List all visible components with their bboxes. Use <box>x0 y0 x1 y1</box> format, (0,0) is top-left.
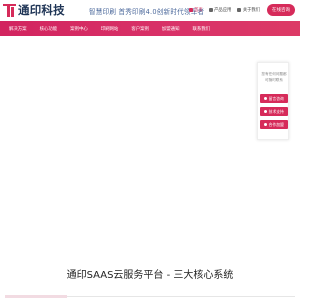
partnership-label: 合作加盟 <box>268 121 284 127</box>
top-links: 首页 产品应用 关于我们 <box>188 7 260 13</box>
nav-item-print-site[interactable]: 印刷网站 <box>101 26 119 32</box>
message-consult-label: 留言咨询 <box>268 95 284 101</box>
info-icon <box>237 8 242 12</box>
top-link-label: 产品应用 <box>214 8 232 13</box>
section-title: 通印SAAS云服务平台 - 三大核心系统 <box>66 270 234 281</box>
top-link-products[interactable]: 产品应用 <box>208 7 232 13</box>
brand-name: 通印科技 <box>18 3 65 17</box>
tool-icon <box>264 110 268 113</box>
tech-support-button[interactable]: 技术支持 <box>260 107 288 116</box>
tab-indicator <box>5 295 67 298</box>
partnership-button[interactable]: 合作加盟 <box>260 120 288 129</box>
contact-prompt-line2: 可随时联系 <box>265 78 283 82</box>
nav-item-join[interactable]: 加盟通知 <box>162 26 180 32</box>
top-link-label: 首页 <box>194 8 203 13</box>
tech-support-label: 技术支持 <box>268 108 284 114</box>
logo-mark-icon <box>3 3 16 17</box>
chat-icon <box>264 97 268 100</box>
nav-item-solutions[interactable]: 解决方案 <box>9 26 27 32</box>
site-header: 通印科技 智慧印刷 首秀印刷4.0创新时代领军者 首页 产品应用 关于我们 在线… <box>0 0 300 21</box>
nav-item-customer-cases[interactable]: 客户案例 <box>131 26 149 32</box>
top-link-about[interactable]: 关于我们 <box>237 7 260 13</box>
handshake-icon <box>264 123 268 126</box>
message-consult-button[interactable]: 留言咨询 <box>260 94 288 103</box>
main-nav: 解决方案 核心功能 案例中心 印刷网站 客户案例 加盟通知 联系我们 <box>0 21 300 36</box>
nav-item-cases[interactable]: 案例中心 <box>70 26 88 32</box>
brand-tagline: 智慧印刷 首秀印刷4.0创新时代领军者 <box>89 8 205 16</box>
logo[interactable]: 通印科技 <box>3 3 65 17</box>
nav-item-contact[interactable]: 联系我们 <box>192 26 210 32</box>
top-link-label: 关于我们 <box>242 8 260 13</box>
grid-icon <box>208 8 213 12</box>
nav-item-core-features[interactable]: 核心功能 <box>40 26 58 32</box>
contact-prompt: 您有任何问题都 可随时联系 <box>260 71 288 83</box>
top-link-home[interactable]: 首页 <box>188 7 203 13</box>
home-icon <box>188 8 193 12</box>
consult-button[interactable]: 在线咨询 <box>267 4 295 16</box>
floating-contact-panel: 您有任何问题都 可随时联系 留言咨询 技术支持 合作加盟 <box>257 62 289 140</box>
